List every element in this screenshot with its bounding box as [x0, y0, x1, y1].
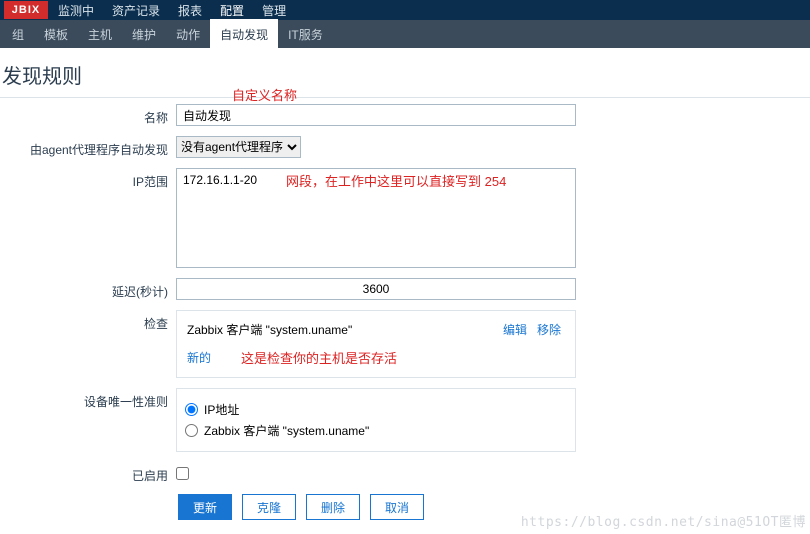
topmenu-inventory[interactable]: 资产记录: [112, 2, 160, 19]
label-unique: 设备唯一性准则: [0, 388, 176, 410]
subtab-hosts[interactable]: 主机: [78, 19, 122, 50]
label-enabled: 已启用: [0, 462, 176, 484]
subtab-actions[interactable]: 动作: [166, 19, 210, 50]
checks-box: Zabbix 客户端 "system.uname" 编辑 移除 新的 这是检查你…: [176, 310, 576, 378]
agent-proxy-select[interactable]: 没有agent代理程序: [176, 136, 301, 158]
subtab-discovery[interactable]: 自动发现: [210, 19, 278, 50]
topmenu-configuration[interactable]: 配置: [220, 2, 244, 19]
unique-radio-group: IP地址 Zabbix 客户端 "system.uname": [176, 388, 576, 452]
sub-navigation: 组 模板 主机 维护 动作 自动发现 IT服务: [0, 20, 810, 48]
label-checks: 检查: [0, 310, 176, 332]
radio-zabbix-agent-label: Zabbix 客户端 "system.uname": [204, 422, 369, 439]
label-agent-proxy: 由agent代理程序自动发现: [0, 136, 176, 158]
annotation-custom-name: 自定义名称: [232, 85, 297, 104]
check-new-link[interactable]: 新的: [187, 349, 211, 366]
discovery-form: 名称 由agent代理程序自动发现 没有agent代理程序 IP范围 172.1…: [0, 98, 810, 520]
cancel-button[interactable]: 取消: [370, 494, 424, 520]
delay-input[interactable]: [176, 278, 576, 300]
label-name: 名称: [0, 104, 176, 126]
label-iprange: IP范围: [0, 168, 176, 190]
topmenu-reports[interactable]: 报表: [178, 2, 202, 19]
subtab-groups[interactable]: 组: [2, 19, 34, 50]
radio-ip[interactable]: [185, 403, 198, 416]
logo: JBIX: [4, 1, 48, 19]
topmenu-administration[interactable]: 管理: [262, 2, 286, 19]
check-remove-link[interactable]: 移除: [537, 321, 561, 338]
update-button[interactable]: 更新: [178, 494, 232, 520]
subtab-maintenance[interactable]: 维护: [122, 19, 166, 50]
radio-zabbix-agent[interactable]: [185, 424, 198, 437]
topmenu-monitoring[interactable]: 监测中: [58, 2, 94, 19]
check-edit-link[interactable]: 编辑: [503, 321, 527, 338]
subtab-templates[interactable]: 模板: [34, 19, 78, 50]
subtab-itservices[interactable]: IT服务: [278, 19, 333, 50]
annotation-check: 这是检查你的主机是否存活: [241, 348, 397, 367]
clone-button[interactable]: 克隆: [242, 494, 296, 520]
top-navigation: JBIX 监测中 资产记录 报表 配置 管理: [0, 0, 810, 20]
enabled-checkbox[interactable]: [176, 467, 189, 480]
page-title: 发现规则: [0, 48, 810, 97]
delete-button[interactable]: 删除: [306, 494, 360, 520]
watermark: https://blog.csdn.net/sina@51OT匿博: [521, 511, 806, 530]
radio-ip-label: IP地址: [204, 401, 239, 418]
top-menu: 监测中 资产记录 报表 配置 管理: [58, 2, 286, 19]
name-input[interactable]: [176, 104, 576, 126]
label-delay: 延迟(秒计): [0, 278, 176, 300]
annotation-iprange: 网段，在工作中这里可以直接写到 254: [286, 171, 506, 190]
